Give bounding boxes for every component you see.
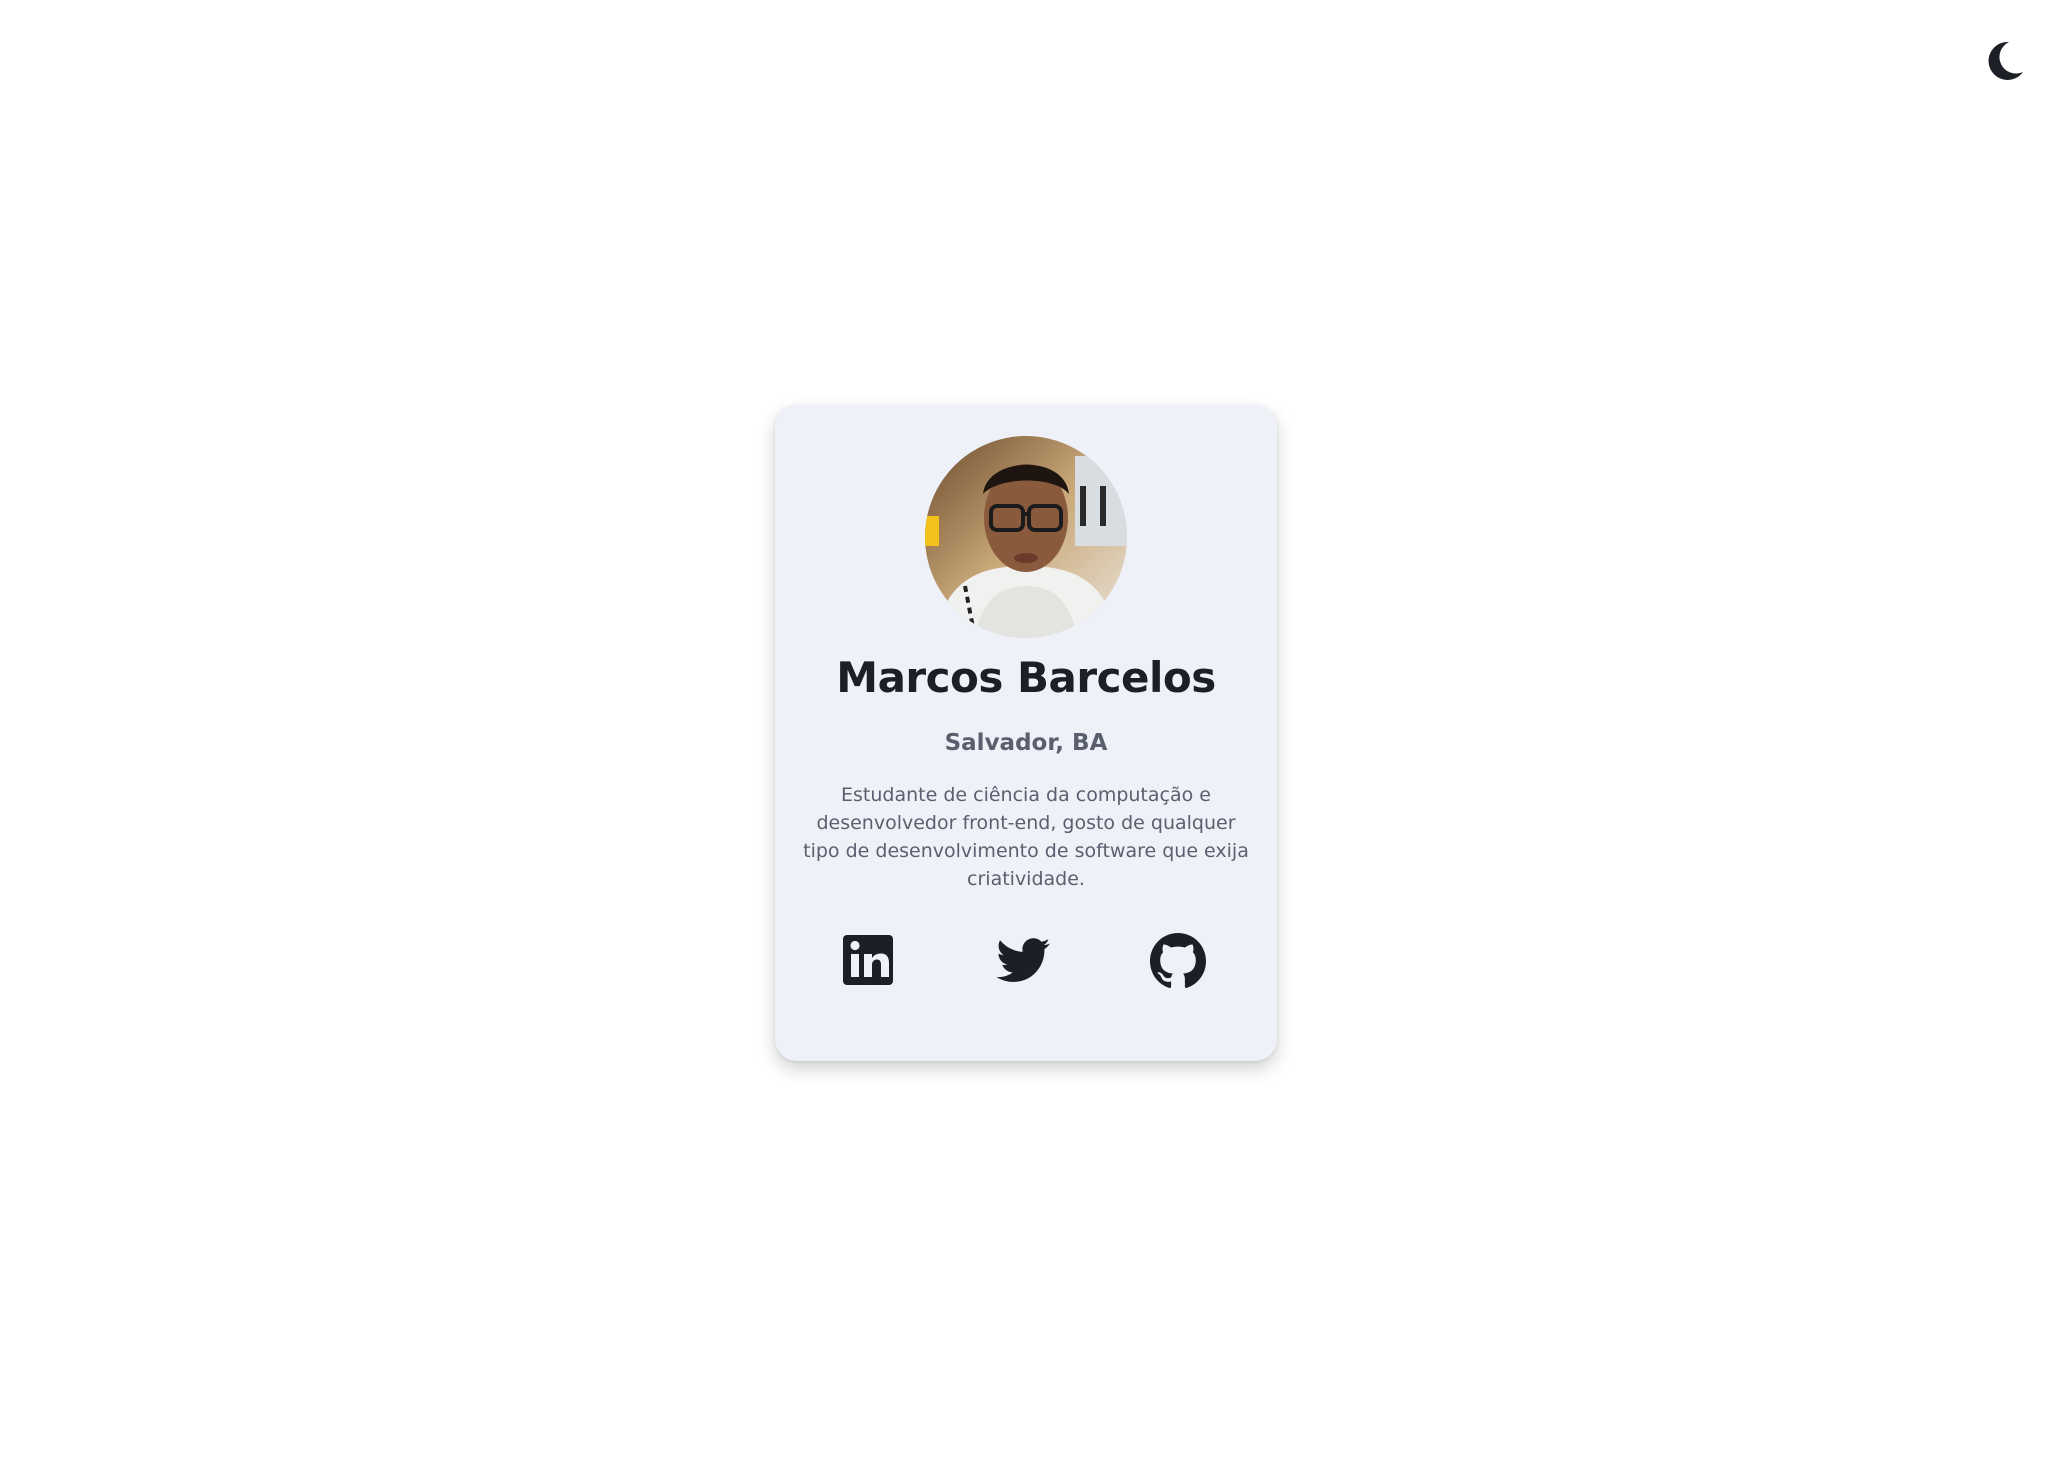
profile-card: Marcos Barcelos Salvador, BA Estudante d… [775, 405, 1277, 1061]
moon-icon [1988, 41, 2023, 80]
social-links [775, 930, 1277, 990]
profile-name: Marcos Barcelos [836, 653, 1216, 702]
linkedin-icon [843, 935, 893, 985]
avatar [925, 436, 1127, 638]
twitter-link[interactable] [993, 930, 1053, 990]
twitter-icon [996, 938, 1050, 982]
theme-toggle-button[interactable] [1985, 38, 2025, 82]
profile-photo [925, 436, 1127, 638]
linkedin-link[interactable] [838, 930, 898, 990]
page: Marcos Barcelos Salvador, BA Estudante d… [0, 0, 2048, 1466]
github-link[interactable] [1148, 930, 1208, 990]
profile-bio: Estudante de ciência da computação e des… [803, 784, 1249, 890]
profile-location: Salvador, BA [944, 730, 1108, 756]
github-icon [1150, 933, 1206, 988]
